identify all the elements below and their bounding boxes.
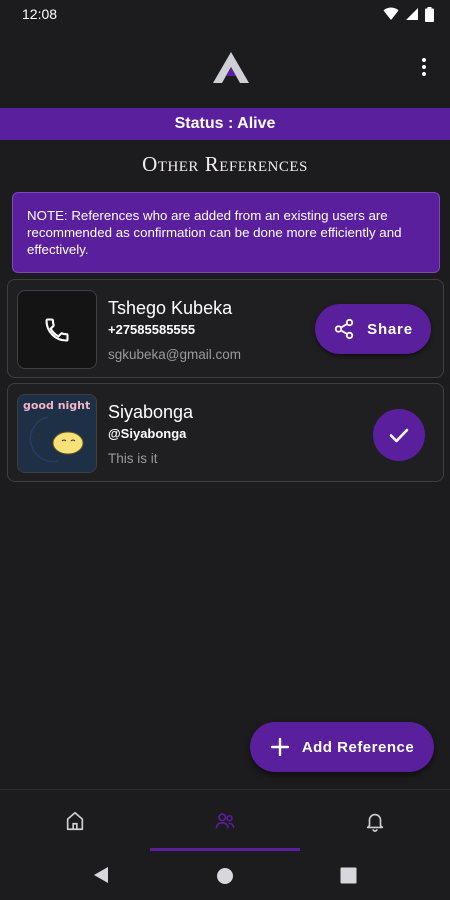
bell-icon	[366, 813, 384, 832]
home-circle-icon[interactable]	[216, 867, 234, 885]
reference-avatar: good night	[17, 394, 97, 473]
share-icon	[334, 318, 354, 340]
battery-icon	[425, 6, 434, 22]
more-vert-icon[interactable]	[412, 54, 436, 80]
share-button[interactable]: Share	[315, 304, 431, 354]
bottom-navigation	[0, 789, 450, 851]
page-title: Other References	[142, 152, 308, 176]
share-button-label: Share	[367, 320, 413, 338]
wifi-icon	[383, 7, 399, 20]
phone-icon	[45, 317, 69, 342]
people-icon	[215, 813, 235, 829]
reference-bio: This is it	[108, 451, 158, 466]
confirmed-button[interactable]	[373, 409, 425, 461]
status-text: Status : Alive	[174, 115, 276, 132]
system-navigation-bar	[0, 851, 450, 900]
nav-item-home[interactable]	[0, 790, 150, 852]
goodnight-sticker-image: good night	[18, 395, 96, 472]
reference-card[interactable]: Tshego Kubeka +27585585555 sgkubeka@gmai…	[7, 279, 444, 378]
back-icon[interactable]	[92, 865, 110, 885]
add-reference-button[interactable]: Add Reference	[250, 722, 434, 772]
add-icon	[270, 737, 290, 757]
recents-icon[interactable]	[340, 867, 357, 884]
reference-name: Siyabonga	[108, 402, 194, 422]
clock: 12:08	[22, 6, 58, 22]
info-note: NOTE: References who are added from an e…	[12, 192, 440, 273]
sticker-text: good night	[23, 399, 90, 412]
system-indicators	[383, 6, 434, 22]
reference-handle: @Siyabonga	[108, 426, 187, 441]
app-logo	[213, 52, 249, 83]
status-banner: Status : Alive	[0, 108, 450, 140]
nav-item-notifications[interactable]	[300, 790, 450, 852]
reference-phone: +27585585555	[108, 322, 196, 337]
signal-icon	[406, 8, 418, 20]
reference-avatar	[17, 290, 97, 369]
app-bar	[0, 28, 450, 108]
reference-name: Tshego Kubeka	[108, 298, 233, 318]
reference-card[interactable]: good night Siyabonga @Siyabonga This is …	[7, 383, 444, 482]
home-icon	[66, 811, 84, 831]
status-bar: 12:08	[0, 0, 450, 28]
reference-email: sgkubeka@gmail.com	[108, 347, 242, 362]
nav-item-references[interactable]	[150, 790, 300, 852]
add-reference-label: Add Reference	[301, 738, 415, 756]
check-icon	[389, 428, 409, 443]
